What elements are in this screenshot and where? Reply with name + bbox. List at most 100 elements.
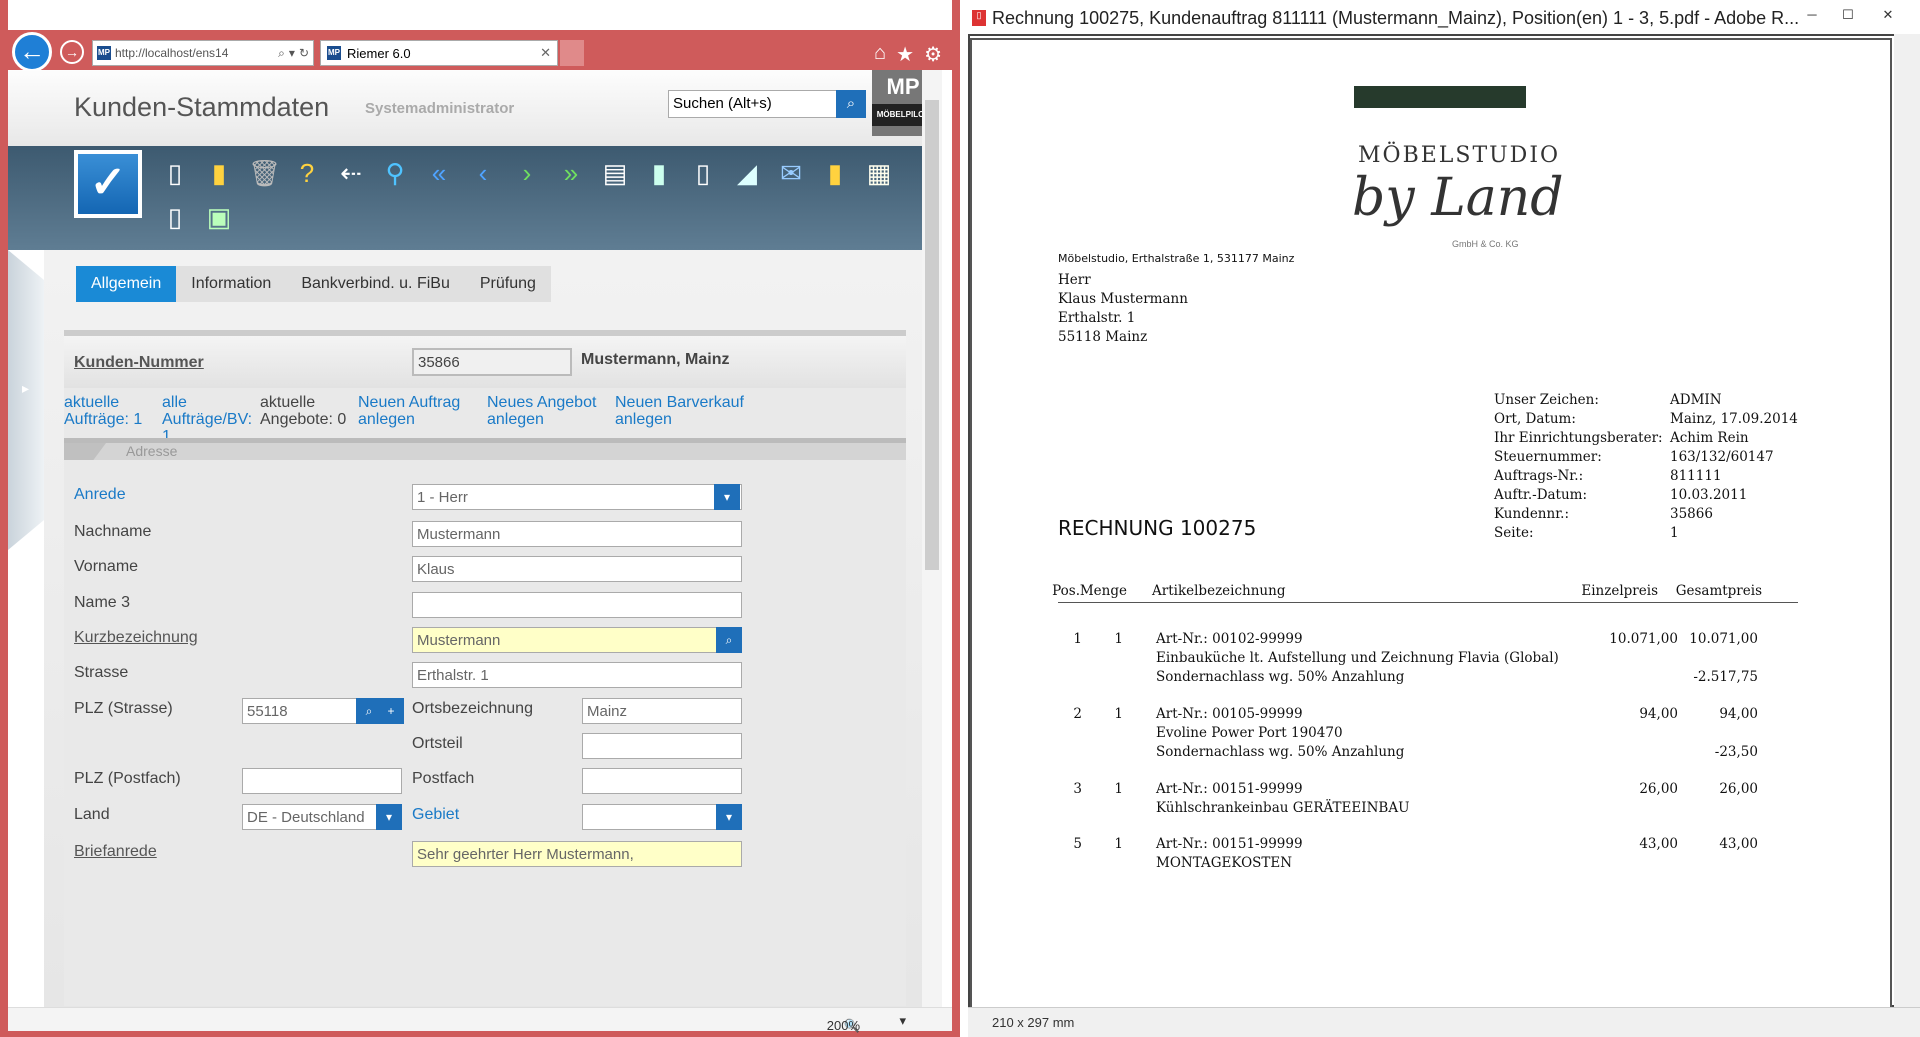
close-tab-icon[interactable]: ✕	[540, 45, 551, 61]
column-header: Gesamtpreis	[1675, 583, 1762, 599]
postfach-field[interactable]	[582, 768, 742, 794]
name3-label: Name 3	[74, 594, 131, 611]
email-icon[interactable]: ✉	[776, 158, 806, 188]
forward-button[interactable]: →	[60, 40, 84, 64]
minimize-button[interactable]: ─	[836, 2, 872, 24]
side-panel-toggle[interactable]: ▸	[8, 250, 44, 550]
expand-arrow-icon: ▸	[22, 380, 30, 396]
new-offer-link[interactable]: Neues Angebot anlegen	[487, 394, 597, 428]
item-line: MONTAGEKOSTEN	[1156, 855, 1293, 871]
previous-record-icon[interactable]: ‹	[468, 158, 498, 188]
kurzbezeichnung-label[interactable]: Kurzbezeichnung	[74, 629, 198, 647]
toolbar: ✓ ▯ ▮ 🗑 ? ⇠ ⚲ « ‹ › » ▤ ▮ ▯ ◢ ✉ ▮ ▦ ▯ ▣	[8, 146, 942, 250]
search-input[interactable]: Suchen (Alt+s)	[668, 90, 838, 118]
text-compare-icon[interactable]: ▣	[204, 202, 234, 232]
customer-panel: Kunden-Nummer 35866 Mustermann, Mainz ak…	[64, 330, 906, 1006]
tab-pruefung[interactable]: Prüfung	[465, 266, 551, 302]
address-section-header[interactable]: Adresse	[64, 438, 906, 460]
kurz-search-icon[interactable]: ⌕	[716, 627, 742, 653]
anrede-label[interactable]: Anrede	[74, 486, 126, 504]
confirm-button[interactable]: ✓	[74, 150, 142, 218]
land-dropdown-icon[interactable]: ▾	[376, 804, 402, 830]
search-icon[interactable]: ⌕	[278, 46, 285, 61]
document-export-icon[interactable]: ▯	[688, 158, 718, 188]
delete-trash-icon[interactable]: 🗑	[248, 158, 281, 188]
pdf-scrollbar[interactable]	[1894, 34, 1920, 1007]
meta-label: Unser Zeichen:	[1494, 392, 1599, 408]
nachname-field[interactable]: Mustermann	[412, 521, 742, 547]
briefanrede-field[interactable]: Sehr geehrter Herr Mustermann,	[412, 841, 742, 867]
anrede-select[interactable]: 1 - Herr	[412, 484, 742, 510]
ortsteil-field[interactable]	[582, 733, 742, 759]
gebiet-label[interactable]: Gebiet	[412, 806, 459, 824]
tab-bankverbindung[interactable]: Bankverbind. u. FiBu	[286, 266, 465, 302]
browser-tab[interactable]: MP Riemer 6.0 ✕	[320, 40, 558, 66]
first-record-icon[interactable]: «	[424, 158, 454, 188]
name3-field[interactable]	[412, 592, 742, 618]
phone-icon[interactable]: ▮	[644, 158, 674, 188]
pdf-close-button[interactable]: ✕	[1866, 4, 1910, 26]
item-cell: 10.071,00	[1609, 631, 1678, 647]
favorites-icon[interactable]: ★	[896, 42, 914, 67]
new-order-link[interactable]: Neuen Auftrag anlegen	[358, 394, 468, 428]
customer-number-label[interactable]: Kunden-Nummer	[74, 354, 204, 372]
meta-label: Seite:	[1494, 525, 1534, 541]
meta-label: Ihr Einrichtungsberater:	[1494, 430, 1663, 446]
calendar-icon[interactable]: ▦	[864, 158, 894, 188]
briefanrede-label[interactable]: Briefanrede	[74, 843, 157, 861]
open-folder-icon[interactable]: ▮	[204, 158, 234, 188]
address-text[interactable]: http://localhost/ens14	[115, 46, 228, 60]
last-record-icon[interactable]: »	[556, 158, 586, 188]
maximize-button[interactable]: ☐	[872, 2, 908, 24]
gebiet-dropdown-icon[interactable]: ▾	[716, 804, 742, 830]
zoom-search-icon[interactable]: ⚲	[380, 158, 410, 188]
pdf-maximize-button[interactable]: ☐	[1830, 4, 1866, 26]
plz-postfach-field[interactable]	[242, 768, 402, 794]
folder-stack-icon[interactable]: ▮	[820, 158, 850, 188]
column-header: Artikelbezeichnung	[1152, 583, 1286, 599]
item-cell: 1	[1114, 836, 1123, 852]
plz-add-icon[interactable]: +	[378, 698, 404, 724]
item-line: Sondernachlass wg. 50% Anzahlung	[1156, 669, 1405, 685]
vorname-field[interactable]: Klaus	[412, 556, 742, 582]
tab-information[interactable]: Information	[176, 266, 286, 302]
address-line: Erthalstr. 1	[1058, 310, 1136, 326]
new-document-icon[interactable]: ▯	[160, 158, 190, 188]
item-cell: 1	[1114, 706, 1123, 722]
zoom-level[interactable]: 🔍 200% ▾	[827, 1013, 906, 1033]
scrollbar-thumb[interactable]	[925, 100, 939, 570]
ortsbezeichnung-field[interactable]: Mainz	[582, 698, 742, 724]
page-scrollbar[interactable]	[922, 70, 942, 1007]
next-record-icon[interactable]: ›	[512, 158, 542, 188]
orders-active-link[interactable]: aktuelle Aufträge: 1	[64, 394, 154, 428]
strasse-field[interactable]: Erthalstr. 1	[412, 662, 742, 688]
item-cell: 26,00	[1719, 781, 1758, 797]
close-button[interactable]: ✕	[908, 2, 952, 24]
address-line: 55118 Mainz	[1058, 329, 1148, 345]
document-hand-icon[interactable]: ▯	[160, 202, 190, 232]
settings-gear-icon[interactable]: ⚙	[924, 42, 942, 67]
page-title: Kunden-Stammdaten	[74, 92, 330, 122]
address-bar[interactable]: MP http://localhost/ens14 ⌕ ▾ ↻	[92, 40, 314, 66]
anrede-dropdown-icon[interactable]: ▾	[714, 484, 740, 510]
new-tab-button[interactable]	[560, 40, 584, 66]
back-button[interactable]: ←	[12, 32, 52, 72]
card-icon[interactable]: ▤	[600, 158, 630, 188]
customer-number-field[interactable]: 35866	[412, 348, 572, 376]
help-icon[interactable]: ?	[292, 158, 322, 188]
item-line: Art-Nr.: 00151-99999	[1156, 836, 1303, 852]
refresh-icon[interactable]: ↻	[299, 46, 309, 60]
meta-value: 163/132/60147	[1670, 449, 1774, 465]
undo-arrow-icon[interactable]: ⇠	[336, 158, 366, 188]
pdf-minimize-button[interactable]: ─	[1794, 4, 1830, 26]
tab-bar: Allgemein Information Bankverbind. u. Fi…	[76, 266, 551, 302]
pdf-viewport: MÖBELSTUDIO by Land GmbH & Co. KG Möbels…	[968, 34, 1920, 1007]
window-controls: ─ ☐ ✕	[836, 2, 952, 24]
chart-icon[interactable]: ◢	[732, 158, 762, 188]
home-icon[interactable]: ⌂	[874, 42, 886, 67]
new-cash-sale-link[interactable]: Neuen Barverkauf anlegen	[615, 394, 745, 428]
dropdown-icon[interactable]: ▾	[289, 46, 295, 60]
kurzbezeichnung-field[interactable]: Mustermann	[412, 627, 742, 653]
tab-allgemein[interactable]: Allgemein	[76, 266, 177, 302]
search-button[interactable]: ⌕	[836, 90, 866, 118]
